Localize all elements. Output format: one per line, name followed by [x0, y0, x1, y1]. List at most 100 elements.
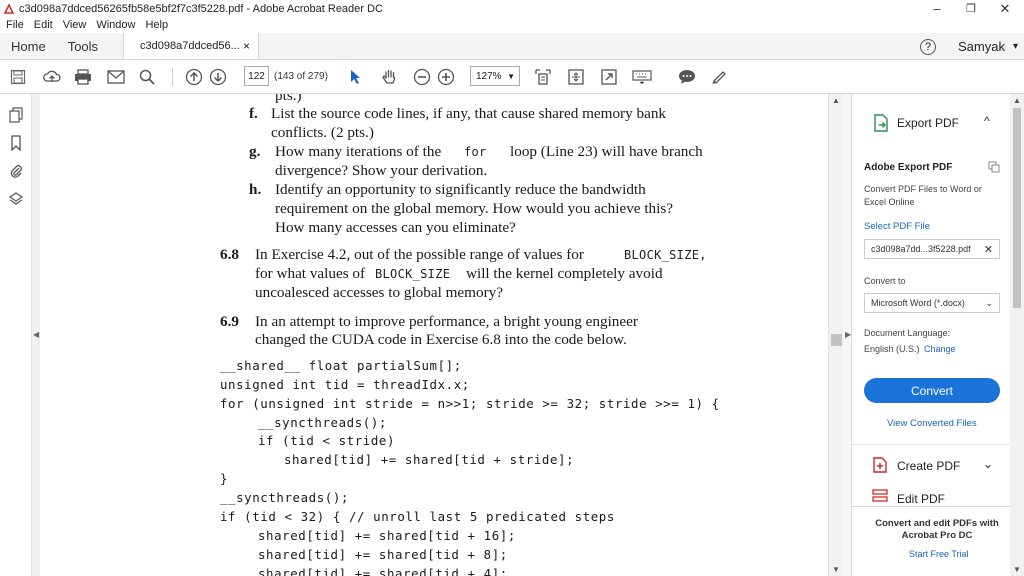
acrobat-app-icon: [3, 2, 15, 15]
format-chevron-down-icon[interactable]: ⌄: [985, 298, 993, 309]
cloud-upload-icon[interactable]: [42, 67, 62, 87]
previous-page-icon[interactable]: [184, 67, 204, 87]
change-language-link[interactable]: Change: [924, 344, 956, 354]
scroll-mode-icon[interactable]: [566, 67, 586, 87]
item-label: f.: [249, 105, 258, 122]
tools-pane-scrollbar[interactable]: ▲ ▼: [1010, 94, 1024, 576]
title-bar: c3d098a7ddced56265fb58e5bf2f7c3f5228.pdf…: [0, 0, 1024, 17]
code-line: shared[tid] += shared[tid + 4];: [258, 566, 508, 576]
inline-code: BLOCK_SIZE: [375, 267, 451, 281]
create-pdf-chevron-down-icon[interactable]: ⌄: [983, 457, 993, 471]
pane-scrollbar-thumb[interactable]: [1013, 108, 1021, 308]
menu-window[interactable]: Window: [96, 19, 135, 31]
collapse-chevron-up-icon[interactable]: ^: [984, 114, 990, 128]
scrollbar-thumb[interactable]: [831, 334, 842, 346]
convert-to-label: Convert to: [864, 276, 906, 286]
scroll-up-icon[interactable]: ▲: [832, 96, 840, 105]
left-panel-toggle[interactable]: ◀: [32, 94, 40, 576]
attachment-icon[interactable]: [8, 162, 24, 180]
create-pdf-icon: [872, 457, 888, 478]
item-label: g.: [249, 143, 261, 160]
tab-tools[interactable]: Tools: [57, 33, 109, 59]
tab-close-icon[interactable]: ×: [243, 39, 250, 53]
expand-left-icon[interactable]: ◀: [33, 330, 39, 339]
edit-pdf-tool[interactable]: Edit PDF: [897, 492, 945, 506]
item-label: 6.9: [220, 313, 239, 330]
comment-icon[interactable]: [677, 67, 697, 87]
code-line: shared[tid] += shared[tid + 8];: [258, 547, 508, 562]
pane-scroll-down-icon[interactable]: ▼: [1013, 565, 1021, 574]
maximize-button[interactable]: ❐: [954, 0, 988, 17]
next-page-icon[interactable]: [208, 67, 228, 87]
promo-divider: [852, 506, 1010, 507]
full-screen-icon[interactable]: [599, 67, 619, 87]
scroll-down-icon[interactable]: ▼: [832, 565, 840, 574]
tool-options-icon[interactable]: [988, 160, 1000, 178]
zoom-in-icon[interactable]: [436, 67, 456, 87]
code-line: }: [220, 471, 229, 486]
document-text-line: loop (Line 23) will have branch: [510, 143, 703, 160]
menu-bar: File Edit View Window Help: [0, 17, 1024, 33]
menu-file[interactable]: File: [6, 19, 24, 31]
right-panel-toggle[interactable]: ▶: [843, 94, 852, 576]
code-line: unsigned int tid = threadIdx.x;: [220, 377, 470, 392]
export-pdf-header[interactable]: Export PDF: [897, 116, 959, 130]
user-name[interactable]: Samyak: [958, 39, 1005, 54]
keyboard-icon[interactable]: [632, 67, 652, 87]
document-text-line: Identify an opportunity to significantly…: [275, 181, 646, 198]
start-free-trial-link[interactable]: Start Free Trial: [909, 549, 969, 559]
collapse-right-icon[interactable]: ▶: [845, 330, 851, 339]
format-selected: Microsoft Word (*.docx): [871, 298, 965, 308]
tab-bar: Home Tools c3d098a7ddced56... × ? Samyak…: [0, 33, 1024, 60]
pane-scroll-up-icon[interactable]: ▲: [1013, 96, 1021, 105]
tools-pane: Export PDF ^ Adobe Export PDF Convert PD…: [852, 94, 1010, 576]
document-text-line: How many accesses can you eliminate?: [275, 219, 516, 236]
document-text-line: requirement on the global memory. How wo…: [275, 200, 674, 217]
code-line: shared[tid] += shared[tid + stride];: [284, 452, 575, 467]
code-line: shared[tid] += shared[tid + 16];: [258, 528, 516, 543]
code-line: __shared__ float partialSum[];: [220, 358, 462, 373]
format-select[interactable]: Microsoft Word (*.docx) ⌄: [864, 293, 1000, 313]
tab-home[interactable]: Home: [0, 33, 57, 59]
menu-view[interactable]: View: [63, 19, 87, 31]
document-language-value: English (U.S.): [864, 344, 920, 354]
document-text-line: pts.): [275, 94, 302, 104]
minimize-button[interactable]: –: [920, 0, 954, 17]
tab-document[interactable]: c3d098a7ddced56... ×: [123, 33, 260, 59]
document-viewer[interactable]: pts.) f. List the source code lines, if an…: [40, 94, 828, 576]
code-line: if (tid < 32) { // unroll last 5 predica…: [220, 509, 615, 524]
layers-icon[interactable]: [8, 190, 24, 208]
menu-edit[interactable]: Edit: [34, 19, 53, 31]
help-icon[interactable]: ?: [920, 38, 936, 55]
page-thumbnails-icon[interactable]: [8, 106, 24, 124]
fit-page-icon[interactable]: [533, 67, 553, 87]
inline-code: BLOCK_SIZE,: [624, 248, 707, 262]
bookmark-icon[interactable]: [8, 134, 24, 152]
document-text-line: uncoalesced accesses to global memory?: [255, 284, 503, 301]
create-pdf-tool[interactable]: Create PDF: [897, 459, 960, 473]
selected-file-field[interactable]: c3d098a7dd...3f5228.pdf ✕: [864, 239, 1000, 259]
highlight-pen-icon[interactable]: [709, 67, 729, 87]
print-icon[interactable]: [73, 67, 93, 87]
search-icon[interactable]: [137, 67, 157, 87]
remove-file-icon[interactable]: ✕: [984, 243, 993, 256]
close-window-button[interactable]: ✕: [988, 0, 1022, 17]
zoom-dropdown-icon[interactable]: ▼: [507, 72, 515, 81]
user-menu-chevron-icon[interactable]: ▾: [1013, 41, 1018, 52]
document-text-line: conflicts. (2 pts.): [271, 124, 374, 141]
zoom-out-icon[interactable]: [412, 67, 432, 87]
save-icon[interactable]: [8, 67, 28, 87]
select-pointer-icon[interactable]: [346, 67, 366, 87]
document-text-line: How many iterations of the: [275, 143, 442, 160]
menu-help[interactable]: Help: [145, 19, 168, 31]
document-text-line: divergence? Show your derivation.: [275, 162, 488, 179]
hand-tool-icon[interactable]: [380, 67, 400, 87]
select-pdf-file-link[interactable]: Select PDF File: [864, 221, 930, 232]
document-scrollbar[interactable]: ▲ ▼: [828, 94, 843, 576]
zoom-select[interactable]: 127% ▼: [470, 66, 520, 86]
zoom-value: 127%: [476, 70, 502, 82]
view-converted-files-link[interactable]: View Converted Files: [887, 418, 977, 429]
email-icon[interactable]: [106, 67, 126, 87]
page-number-input[interactable]: 122: [244, 66, 269, 86]
convert-button[interactable]: Convert: [864, 378, 1000, 403]
